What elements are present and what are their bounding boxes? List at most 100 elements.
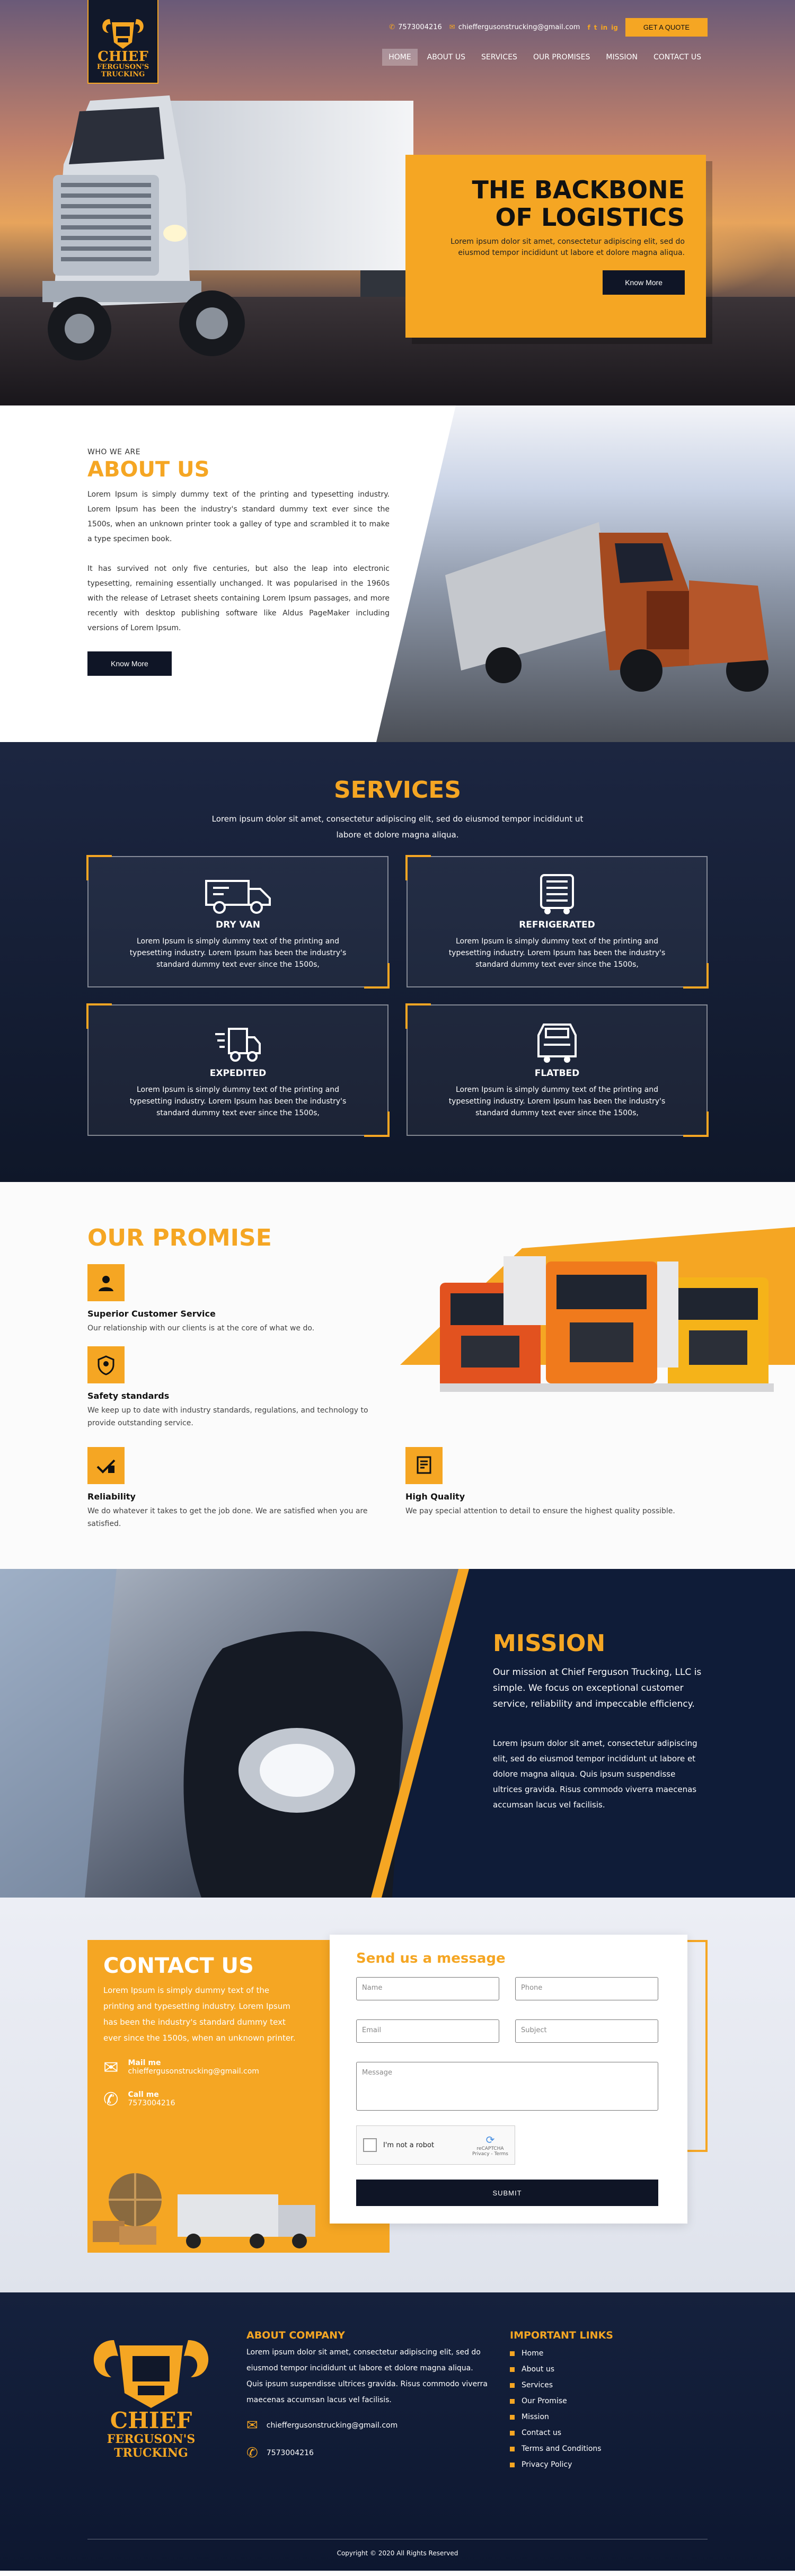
footer-link-contact-us[interactable]: Contact us [510, 2425, 706, 2441]
promise-item-quality: High Quality We pay special attention to… [405, 1447, 713, 1518]
nav-contact-us[interactable]: CONTACT US [647, 49, 708, 66]
phone-field[interactable]: Phone [515, 1977, 658, 2000]
nav-mission[interactable]: MISSION [599, 49, 644, 66]
recaptcha-widget: I'm not a robot ⟳ reCAPTCHA Privacy - Term… [356, 2125, 515, 2165]
promise-item-customer-service: Superior Customer Service Our relationsh… [87, 1264, 384, 1335]
envelope-icon: ✉ [246, 2418, 258, 2433]
header-email[interactable]: ✉ chieffergusonstrucking@gmail.com [449, 23, 580, 31]
header-phone[interactable]: ✆ 7573004216 [389, 23, 442, 31]
hero-know-more-button[interactable]: Know More [603, 270, 685, 295]
hero-title: THE BACKBONE OF LOGISTICS [472, 175, 685, 232]
brand-logo[interactable]: CHIEF FERGUSON'S TRUCKING [87, 0, 158, 84]
twitter-icon[interactable]: t [594, 24, 597, 31]
promise-item-title: Superior Customer Service [87, 1309, 216, 1319]
promise-item-safety: Safety standards We keep up to date with… [87, 1346, 384, 1430]
contact-cargo-image [93, 2173, 315, 2248]
submit-button[interactable]: SUBMIT [356, 2180, 658, 2206]
call-label: Call me [128, 2090, 159, 2099]
services-intro: Lorem ipsum dolor sit amet, consectetur … [211, 814, 584, 840]
brand-name-line3: TRUCKING [101, 70, 145, 78]
promise-item-text: We pay special attention to detail to en… [405, 1507, 675, 1515]
nav-about-us[interactable]: ABOUT US [421, 49, 472, 66]
hero-truck-image [42, 95, 413, 360]
email-field[interactable]: Email [356, 2019, 499, 2043]
service-card-refrigerated[interactable]: REFRIGERATED Lorem Ipsum is simply dummy… [405, 855, 709, 989]
main-nav: HOME ABOUT US SERVICES OUR PROMISES MISS… [382, 49, 708, 66]
instagram-icon[interactable]: ig [611, 24, 618, 31]
footer-link-terms[interactable]: Terms and Conditions [510, 2441, 706, 2457]
envelope-icon: ✉ [103, 2057, 119, 2078]
service-title: DRY VAN [216, 920, 260, 930]
safety-icon [87, 1346, 125, 1383]
mission-section: MISSION Our mission at Chief Ferguson Tr… [0, 1569, 795, 1898]
promise-trucks-image [440, 1256, 774, 1392]
name-field[interactable]: Name [356, 1977, 499, 2000]
hero-text: Lorem ipsum dolor sit amet, consectetur … [450, 237, 685, 257]
message-field[interactable]: Message [356, 2062, 658, 2111]
service-text: Lorem Ipsum is simply dummy text of the … [129, 937, 347, 969]
footer-phone[interactable]: ✆ 7573004216 [246, 2445, 490, 2461]
mission-paragraph-1: Our mission at Chief Ferguson Trucking, … [493, 1667, 702, 1709]
phone-icon: ✆ [246, 2445, 258, 2461]
about-label: WHO WE ARE [87, 448, 141, 456]
mission-title: MISSION [493, 1630, 606, 1657]
service-text: Lorem Ipsum is simply dummy text of the … [129, 1086, 347, 1117]
service-card-dry-van[interactable]: DRY VAN Lorem Ipsum is simply dummy text… [86, 855, 390, 989]
facebook-icon[interactable]: f [587, 24, 590, 31]
nav-home[interactable]: HOME [382, 49, 418, 66]
hero-banner: THE BACKBONE OF LOGISTICS Lorem ipsum do… [405, 155, 706, 338]
service-text: Lorem Ipsum is simply dummy text of the … [448, 1086, 666, 1117]
about-title: ABOUT US [87, 457, 210, 482]
promise-item-reliability: Reliability We do whatever it takes to g… [87, 1447, 395, 1530]
footer-logo[interactable]: CHIEF FERGUSON'S TRUCKING [87, 2330, 215, 2460]
footer-link-home[interactable]: Home [510, 2345, 706, 2361]
mail-address: chieffergusonstrucking@gmail.com [128, 2067, 259, 2076]
get-a-quote-button[interactable]: GET A QUOTE [625, 18, 708, 37]
service-text: Lorem Ipsum is simply dummy text of the … [448, 937, 666, 969]
top-contact-bar: ✆ 7573004216 ✉ chieffergusonstrucking@gmai… [389, 18, 708, 37]
brand-name-line1: CHIEF [98, 49, 148, 65]
reliability-icon [87, 1447, 125, 1484]
flatbed-truck-icon [537, 1024, 577, 1063]
footer-link-services[interactable]: Services [510, 2377, 706, 2393]
subject-field[interactable]: Subject [515, 2019, 658, 2043]
footer-link-our-promise[interactable]: Our Promise [510, 2393, 706, 2409]
form-title: Send us a message [356, 1951, 506, 1966]
mail-label: Mail me [128, 2059, 161, 2067]
linkedin-icon[interactable]: in [600, 24, 607, 31]
phone-icon: ✆ [103, 2089, 119, 2110]
service-card-flatbed[interactable]: FLATBED Lorem Ipsum is simply dummy text… [405, 1003, 709, 1137]
hero-section: CHIEF FERGUSON'S TRUCKING ✆ 7573004216 ✉ c… [0, 0, 795, 405]
copyright-text: Copyright © 2020 All Rights Reserved [337, 2549, 458, 2557]
phone-number: 7573004216 [128, 2099, 175, 2107]
promise-item-text: Our relationship with our clients is at … [87, 1324, 315, 1333]
about-truck-image [445, 522, 768, 692]
about-paragraph-1: Lorem Ipsum is simply dummy text of the … [87, 490, 390, 543]
service-title: FLATBED [534, 1068, 580, 1079]
social-links: f t in ig [587, 24, 617, 31]
contact-form: Send us a message Name Phone Email Subje… [330, 1935, 687, 2224]
promise-item-title: Safety standards [87, 1391, 170, 1401]
customer-service-icon [87, 1264, 125, 1301]
recaptcha-label: I'm not a robot [383, 2141, 435, 2149]
footer-link-privacy[interactable]: Privacy Policy [510, 2457, 706, 2473]
promise-item-text: We keep up to date with industry standar… [87, 1406, 368, 1427]
promise-title: OUR PROMISE [87, 1224, 272, 1251]
quality-icon [405, 1447, 443, 1484]
phone-icon: ✆ [389, 23, 395, 31]
footer-email[interactable]: ✉ chieffergusonstrucking@gmail.com [246, 2418, 490, 2433]
footer-link-mission[interactable]: Mission [510, 2409, 706, 2425]
envelope-icon: ✉ [449, 23, 455, 31]
nav-our-promises[interactable]: OUR PROMISES [527, 49, 596, 66]
recaptcha-checkbox[interactable] [363, 2138, 377, 2152]
about-know-more-button[interactable]: Know More [87, 651, 172, 676]
promise-item-title: Reliability [87, 1492, 136, 1502]
service-title: EXPEDITED [209, 1068, 267, 1079]
nav-services[interactable]: SERVICES [475, 49, 524, 66]
ram-skull-icon [102, 19, 144, 49]
services-section: SERVICES Lorem ipsum dolor sit amet, con… [0, 742, 795, 1182]
footer-link-about-us[interactable]: About us [510, 2361, 706, 2377]
service-card-expedited[interactable]: EXPEDITED Lorem Ipsum is simply dummy te… [86, 1003, 390, 1137]
footer-links-title: IMPORTANT LINKS [510, 2330, 613, 2341]
promise-item-text: We do whatever it takes to get the job d… [87, 1507, 368, 1528]
